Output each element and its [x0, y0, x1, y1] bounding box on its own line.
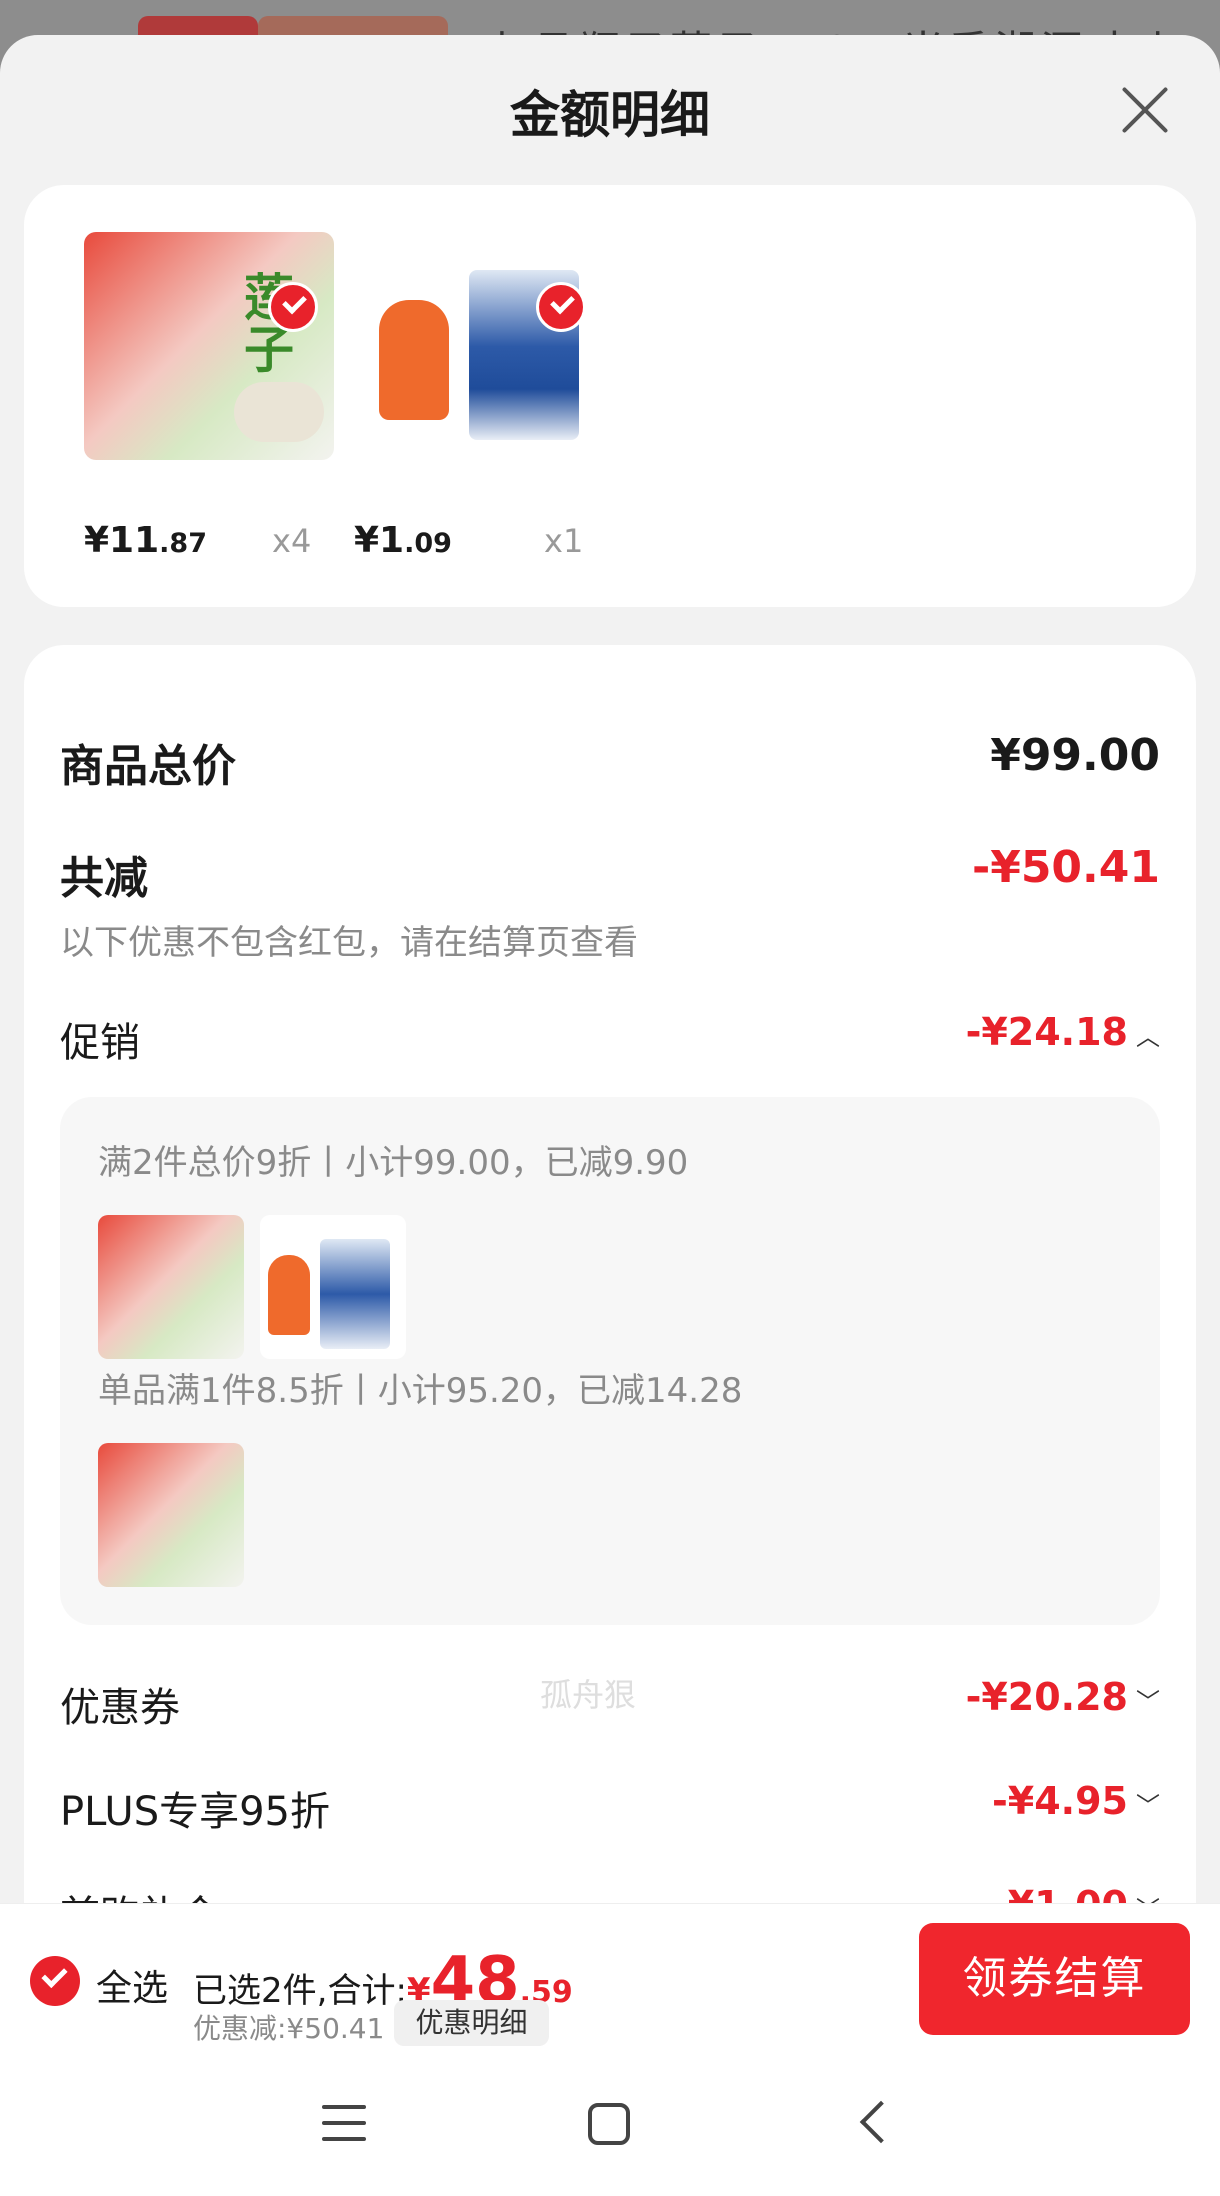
product-quantity: x4	[272, 522, 312, 560]
coupon-value: -¥20.28	[965, 1675, 1128, 1719]
sheet-title: 金额明细	[510, 86, 710, 144]
total-reduction-value: -¥50.41	[971, 842, 1160, 893]
saved-amount: 优惠减:¥50.41	[193, 2012, 385, 2045]
product-image-lotus-seeds[interactable]: 莲子	[84, 232, 334, 460]
navigation-bar	[0, 2053, 1220, 2196]
chevron-down-icon[interactable]: ﹀	[1136, 1786, 1160, 1821]
checkout-bar: 全选 已选2件,合计:¥48.59 优惠减:¥50.41 优惠明细 领券结算	[0, 1903, 1220, 2054]
chevron-down-icon[interactable]: ﹀	[1136, 1682, 1160, 1717]
product-thumbnail	[260, 1215, 406, 1359]
total-price-row: 商品总价 ¥99.00	[60, 730, 1160, 794]
plus-discount-row[interactable]: PLUS专享95折 -¥4.95 ﹀	[60, 1779, 1160, 1837]
checkbox-checked-icon[interactable]	[268, 282, 318, 332]
promotion-value-group: -¥24.18 ︿	[966, 1010, 1160, 1054]
promo-tag-graphic	[379, 300, 449, 420]
total-price-label: 商品总价	[60, 741, 236, 792]
product-card: 莲子 ¥11.87 x4 ¥1.09 x1	[24, 185, 1196, 607]
select-all-checkbox-icon[interactable]	[30, 1956, 80, 2006]
product-thumbnail	[98, 1215, 244, 1359]
promotion-details: 满2件总价9折丨小计99.00，已减9.90 单品满1件8.5折丨小计95.20…	[60, 1097, 1160, 1625]
product-graphic	[234, 382, 324, 442]
discount-detail-button[interactable]: 优惠明细	[394, 2000, 549, 2046]
coupon-label: 优惠券	[60, 1685, 180, 1731]
promotion-label: 促销	[60, 1020, 140, 1066]
product-image-curing-salt[interactable]	[354, 240, 590, 450]
close-icon[interactable]	[1118, 83, 1172, 137]
promotion-value: -¥24.18	[965, 1010, 1128, 1054]
promotion-line: 单品满1件8.5折丨小计95.20，已减14.28	[98, 1371, 743, 1411]
amount-detail-sheet: 金额明细 莲子 ¥11.87 x4 ¥1.09 x1 商品总价 ¥99.00 共…	[0, 35, 1220, 2055]
product-price: ¥11.87	[84, 520, 207, 561]
plus-discount-value-group: -¥4.95 ﹀	[992, 1779, 1160, 1823]
reduction-note: 以下优惠不包含红包，请在结算页查看	[60, 923, 638, 963]
home-icon[interactable]	[588, 2103, 630, 2145]
chevron-up-icon[interactable]: ︿	[1136, 1017, 1160, 1052]
checkbox-checked-icon[interactable]	[536, 282, 586, 332]
checkout-button[interactable]: 领券结算	[919, 1923, 1190, 2035]
total-reduction-row: 共减 -¥50.41	[60, 842, 1160, 906]
plus-discount-value: -¥4.95	[992, 1779, 1128, 1823]
price-breakdown-card: 商品总价 ¥99.00 共减 -¥50.41 以下优惠不包含红包，请在结算页查看…	[24, 645, 1196, 2055]
menu-icon[interactable]	[322, 2103, 366, 2143]
promotion-row[interactable]: 促销 -¥24.18 ︿	[60, 1010, 1160, 1068]
total-reduction-label: 共减	[60, 853, 148, 904]
total-price-value: ¥99.00	[990, 730, 1160, 781]
select-all-label[interactable]: 全选	[96, 1959, 168, 2011]
product-quantity: x1	[544, 522, 584, 560]
product-thumbnail	[98, 1443, 244, 1587]
promotion-line: 满2件总价9折丨小计99.00，已减9.90	[98, 1143, 689, 1183]
coupon-value-group: -¥20.28 ﹀	[966, 1675, 1160, 1719]
back-icon[interactable]	[859, 2100, 903, 2144]
selected-text: 已选2件,合计:	[193, 1971, 407, 2011]
product-price: ¥1.09	[354, 520, 452, 561]
plus-discount-label: PLUS专享95折	[60, 1789, 330, 1835]
coupon-row[interactable]: 优惠券 -¥20.28 ﹀	[60, 1675, 1160, 1733]
